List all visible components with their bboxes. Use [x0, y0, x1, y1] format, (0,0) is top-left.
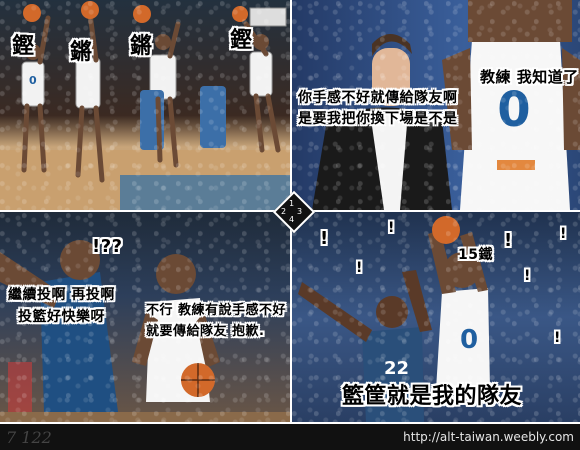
question-exclaim: !??	[92, 236, 123, 257]
player-refusal-line-1: 不行 教練有說手感不好	[146, 303, 287, 318]
panel-rim-is-teammate: 22 0 ! ! ! ! ! ! ! 15鐵 籃筐就是我的隊友	[292, 212, 580, 422]
player-reply-caption: 教練 我知道了	[480, 68, 579, 86]
panel-coach-talk: 0 你手感不好就傳給隊友啊 是要我把你換下場是不是 教練 我知道了	[292, 0, 580, 210]
order-num-3: 3	[297, 207, 303, 216]
sfx-clang-2: 鏘	[70, 40, 93, 65]
exclaim-6: !	[560, 226, 567, 242]
panel-missed-shots: 0 鏗 鏘 鏘 鏗	[0, 0, 290, 210]
player-refusal-line-2: 就要傳給隊友 抱歉.	[146, 324, 265, 339]
source-url[interactable]: http://alt-taiwan.weebly.com	[403, 430, 574, 444]
rim-teammate-caption: 籃筐就是我的隊友	[342, 384, 523, 409]
exclaim-4: !	[504, 230, 513, 251]
coach-caption-line-1: 你手感不好就傳給隊友啊	[298, 90, 458, 106]
order-num-4: 4	[289, 215, 295, 224]
order-num-1: 1	[289, 199, 295, 208]
coach-caption-line-2: 是要我把你換下場是不是	[298, 111, 458, 127]
sfx-clang-1: 鏗	[12, 34, 35, 59]
player-refusal-caption: 不行 教練有說手感不好 就要傳給隊友 抱歉.	[146, 300, 286, 342]
order-num-2: 2	[281, 207, 287, 216]
watermark-text: 7 122	[6, 428, 52, 447]
exclaim-5: !	[524, 268, 531, 284]
panel-teammate-encourage: !?? 繼續投啊 再投啊 投籃好快樂呀 不行 教練有說手感不好 就要傳給隊友 抱…	[0, 212, 290, 422]
iron-count-caption: 15鐵	[458, 247, 493, 263]
exclaim-3: !	[388, 220, 395, 236]
sfx-clang-3: 鏘	[130, 34, 153, 59]
exclaim-2: !	[356, 260, 363, 276]
exclaim-7: !	[554, 330, 561, 346]
comic-page: 0 鏗 鏘 鏘 鏗 0 你手感不好就傳給隊友啊 是要我把你換下場是不是 教練	[0, 0, 580, 450]
coach-caption: 你手感不好就傳給隊友啊 是要我把你換下場是不是	[298, 88, 458, 130]
teammate-caption: 繼續投啊 再投啊 投籃好快樂呀	[8, 284, 115, 328]
exclaim-1: !	[320, 228, 329, 249]
sfx-clang-4: 鏗	[230, 28, 253, 53]
teammate-caption-line-1: 繼續投啊 再投啊	[8, 287, 115, 303]
teammate-caption-line-2: 投籃好快樂呀	[18, 309, 105, 325]
panel-order-numbers: 1 2 3 4	[279, 197, 309, 227]
